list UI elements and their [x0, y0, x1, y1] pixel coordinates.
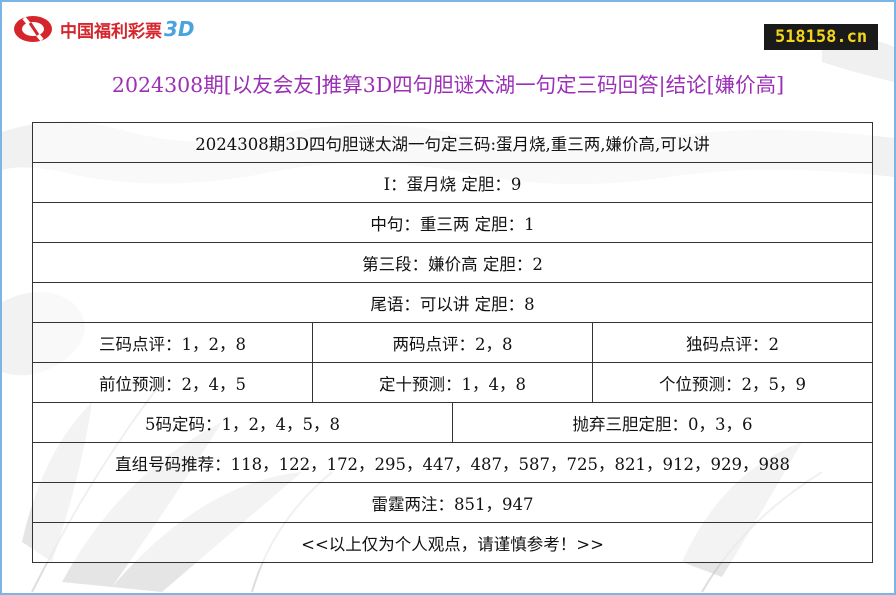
line1-cell: I：蛋月烧 定胆：9 [31, 162, 874, 203]
welfare-lottery-emblem-icon [14, 16, 52, 42]
table-row: <<以上仅为个人观点，请谨慎参考！>> [31, 522, 874, 563]
thunder-picks-cell: 雷霆两注：851，947 [31, 482, 874, 523]
page-frame: 中国福利彩票 3D 518158.cn 2024308期[以友会友]推算3D四句… [0, 0, 896, 595]
discard-code-cell: 抛弃三胆定胆：0，3，6 [451, 402, 874, 443]
table-row: 第三段：嫌价高 定胆：2 [31, 242, 874, 283]
combo-recommend-cell: 直组号码推荐：118，122，172，295，447，487，587，725，8… [31, 442, 874, 483]
riddle-summary-cell: 2024308期3D四句胆谜太湖一句定三码:蛋月烧,重三两,嫌价高,可以讲 [31, 122, 874, 163]
logo-text: 中国福利彩票 [60, 21, 162, 42]
disclaimer-cell: <<以上仅为个人观点，请谨慎参考！>> [31, 522, 874, 563]
two-code-cell: 两码点评：2，8 [312, 322, 593, 363]
three-code-cell: 三码点评：1，2，8 [32, 322, 313, 363]
page-title: 2024308期[以友会友]推算3D四句胆谜太湖一句定三码回答|结论[嫌价高] [111, 73, 785, 97]
table-row: 中句：重三两 定胆：1 [31, 202, 874, 243]
hundreds-prediction-cell: 前位预测：2，4，5 [32, 362, 313, 403]
line2-cell: 中句：重三两 定胆：1 [31, 202, 874, 243]
table-row: 直组号码推荐：118，122，172，295，447，487，587，725，8… [31, 442, 874, 483]
five-code-cell: 5码定码：1，2，4，5，8 [32, 402, 453, 443]
table-row: 雷霆两注：851，947 [31, 482, 874, 523]
table-row: 尾语：可以讲 定胆：8 [31, 282, 874, 323]
prediction-table: 2024308期3D四句胆谜太湖一句定三码:蛋月烧,重三两,嫌价高,可以讲 I：… [31, 122, 874, 563]
lottery-logo: 中国福利彩票 3D [12, 14, 195, 44]
logo-3d-suffix: 3D [164, 17, 195, 41]
tens-prediction-cell: 定十预测：1，4，8 [312, 362, 593, 403]
line4-cell: 尾语：可以讲 定胆：8 [31, 282, 874, 323]
table-row: 三码点评：1，2，8 两码点评：2，8 独码点评：2 [32, 322, 874, 363]
table-row: 2024308期3D四句胆谜太湖一句定三码:蛋月烧,重三两,嫌价高,可以讲 [31, 122, 874, 163]
table-row: 5码定码：1，2，4，5，8 抛弃三胆定胆：0，3，6 [32, 402, 874, 443]
units-prediction-cell: 个位预测：2，5，9 [591, 362, 874, 403]
table-row: 前位预测：2，4，5 定十预测：1，4，8 个位预测：2，5，9 [32, 362, 874, 403]
single-code-cell: 独码点评：2 [591, 322, 874, 363]
site-domain-badge[interactable]: 518158.cn [764, 24, 878, 50]
line3-cell: 第三段：嫌价高 定胆：2 [31, 242, 874, 283]
table-row: I：蛋月烧 定胆：9 [31, 162, 874, 203]
